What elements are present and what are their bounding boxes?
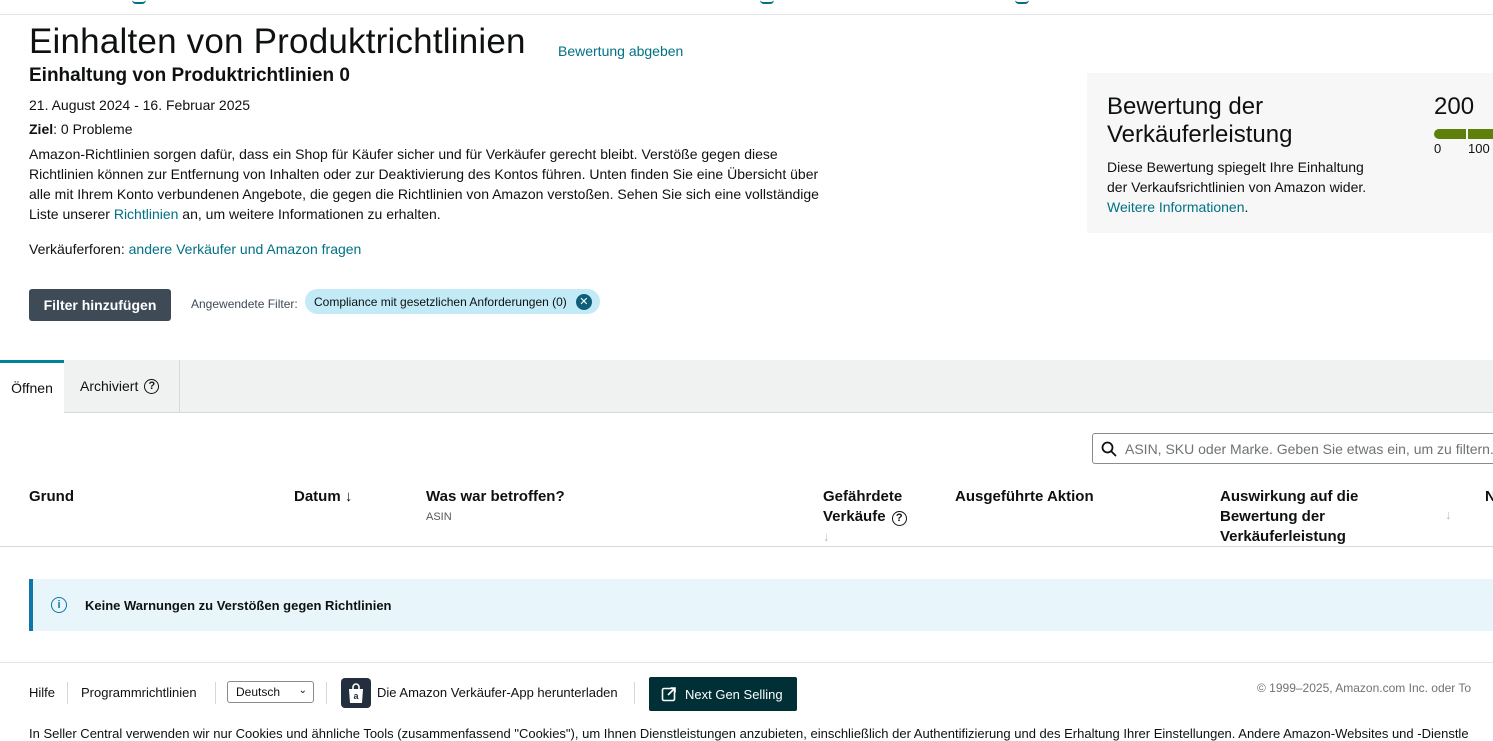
seller-forums: Verkäuferforen: andere Verkäufer und Ama… — [29, 241, 361, 257]
column-header-date[interactable]: Datum ↓ — [294, 487, 352, 507]
policies-link[interactable]: Richtlinien — [114, 206, 179, 222]
score-text-body: Diese Bewertung spiegelt Ihre Einhaltung… — [1107, 159, 1367, 195]
language-select[interactable]: Deutsch ⌄ — [227, 681, 314, 703]
goal-value: : 0 Probleme — [53, 121, 133, 137]
column-header-impact[interactable]: Auswirkung auf die Bewertung der Verkäuf… — [1220, 487, 1370, 547]
info-icon: i — [51, 597, 67, 613]
seller-app-icon[interactable]: a — [341, 678, 371, 708]
score-bar — [1434, 129, 1493, 139]
column-header-affected: Was war betroffen? ASIN — [426, 487, 565, 525]
empty-state-alert: i Keine Warnungen zu Verstößen gegen Ric… — [29, 579, 1493, 631]
column-header-action: Ausgeführte Aktion — [955, 487, 1094, 507]
sort-down-icon[interactable]: ↓ — [345, 488, 353, 505]
help-link[interactable]: Hilfe — [29, 685, 55, 700]
shopping-bag-icon: a — [349, 683, 363, 703]
help-icon[interactable]: ? — [144, 378, 160, 394]
cut-off-link[interactable] — [1015, 0, 1029, 4]
tab-archived-label: Archiviert — [80, 378, 139, 394]
goal-label: Ziel — [29, 121, 54, 137]
forums-label: Verkäuferforen: — [29, 241, 129, 257]
score-card-text: Diese Bewertung spiegelt Ihre Einhaltung… — [1107, 157, 1367, 217]
column-sales-label: Gefährdete Verkäufe — [823, 488, 903, 525]
column-affected-label: Was war betroffen? — [426, 488, 565, 505]
search-icon — [1101, 441, 1117, 456]
top-nav-strip — [0, 0, 1493, 15]
cut-off-link[interactable] — [760, 0, 774, 4]
more-info-link[interactable]: Weitere Informationen — [1107, 199, 1244, 215]
program-policies-link[interactable]: Programmrichtlinien — [81, 685, 197, 700]
column-next-label: N — [1485, 488, 1493, 505]
next-gen-selling-label: Next Gen Selling — [685, 686, 783, 702]
divider — [326, 682, 327, 704]
date-range: 21. August 2024 - 16. Februar 2025 — [29, 97, 251, 113]
filter-chip-label: Compliance mit gesetzlichen Anforderunge… — [314, 294, 567, 309]
external-link-icon — [661, 687, 676, 702]
cut-off-link[interactable] — [132, 0, 146, 4]
score-text-end: . — [1244, 199, 1249, 215]
tab-bar — [0, 360, 1493, 413]
goal-text: Ziel: 0 Probleme — [29, 121, 133, 137]
sort-icon[interactable]: ↓ — [1445, 507, 1452, 522]
empty-state-message: Keine Warnungen zu Verstößen gegen Richt… — [85, 597, 392, 613]
cookie-notice: In Seller Central verwenden wir nur Cook… — [29, 726, 1469, 741]
language-value: Deutsch — [236, 685, 281, 699]
help-icon[interactable]: ? — [891, 510, 907, 526]
divider — [0, 546, 1493, 547]
column-action-label: Ausgeführte Aktion — [955, 488, 1094, 505]
score-bar-segment — [1468, 129, 1493, 139]
seller-app-download-link[interactable]: Die Amazon Verkäufer-App herunterladen — [377, 685, 618, 700]
description-text-end: an, um weitere Informationen zu erhalten… — [178, 206, 441, 222]
chevron-down-icon: ⌄ — [298, 685, 307, 696]
rate-page-link[interactable]: Bewertung abgeben — [558, 43, 683, 59]
column-affected-sublabel: ASIN — [426, 511, 452, 523]
score-max-label: 100 — [1468, 141, 1490, 156]
divider — [215, 682, 216, 704]
column-reason-label: Grund — [29, 488, 74, 505]
divider — [0, 662, 1493, 663]
sort-icon[interactable]: ↓ — [823, 529, 830, 544]
page-subtitle: Einhaltung von Produktrichtlinien 0 — [29, 65, 350, 86]
next-gen-selling-button[interactable]: Next Gen Selling — [649, 677, 797, 711]
page-title: Einhalten von Produktrichtlinien — [29, 22, 526, 61]
forums-link[interactable]: andere Verkäufer und Amazon fragen — [129, 241, 362, 257]
score-card-title: Bewertung der Verkäuferleistung — [1107, 93, 1293, 148]
divider — [67, 682, 68, 704]
divider — [634, 682, 635, 704]
column-impact-label: Auswirkung auf die Bewertung der Verkäuf… — [1220, 488, 1359, 545]
score-value: 200 — [1434, 93, 1475, 120]
column-header-reason: Grund — [29, 487, 74, 507]
column-header-next: N — [1485, 487, 1493, 507]
add-filter-button[interactable]: Filter hinzufügen — [29, 289, 171, 321]
column-date-label: Datum — [294, 488, 341, 505]
column-header-sales-at-risk[interactable]: Gefährdete Verkäufe ? ↓ — [823, 487, 915, 547]
copyright-text: © 1999–2025, Amazon.com Inc. oder To — [1257, 681, 1472, 695]
tab-archived[interactable]: Archiviert ? — [64, 360, 180, 412]
remove-filter-icon[interactable]: ✕ — [575, 293, 592, 310]
search-input[interactable] — [1125, 440, 1493, 457]
policy-description: Amazon-Richtlinien sorgen dafür, dass ei… — [29, 144, 819, 224]
tab-open[interactable]: Öffnen — [0, 360, 64, 413]
search-box — [1092, 433, 1493, 464]
score-min-label: 0 — [1434, 141, 1442, 156]
applied-filters-label: Angewendete Filter: — [191, 297, 298, 311]
score-bar-segment — [1434, 129, 1466, 139]
filter-chip: Compliance mit gesetzlichen Anforderunge… — [305, 289, 600, 314]
performance-score-card: Bewertung der Verkäuferleistung Diese Be… — [1087, 73, 1493, 233]
